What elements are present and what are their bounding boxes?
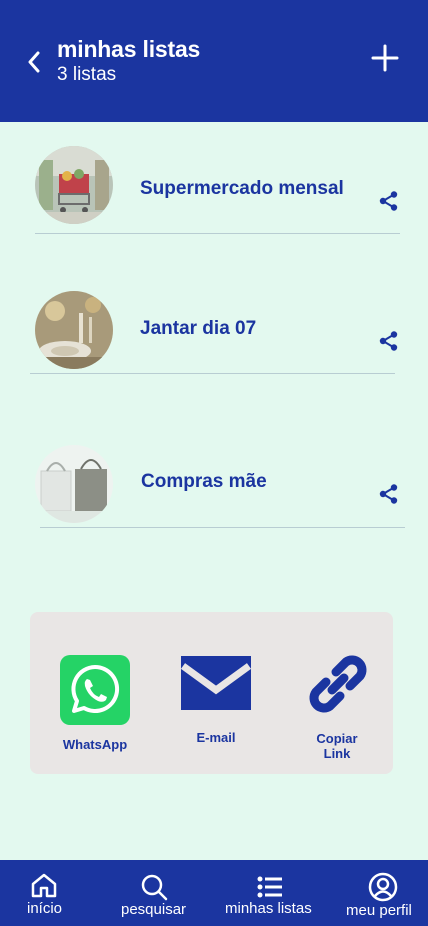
nav-label: minhas listas	[225, 900, 312, 917]
nav-item-minhas-listas[interactable]: minhas listas	[220, 860, 320, 926]
share-option-label: E-mail	[196, 730, 236, 745]
home-icon	[31, 873, 57, 898]
share-button[interactable]	[378, 330, 400, 352]
page-title: minhas listas	[57, 36, 201, 62]
divider	[35, 233, 400, 234]
share-panel: WhatsApp E-mail Copiar Link	[30, 612, 393, 774]
add-list-button[interactable]	[370, 43, 400, 73]
nav-item-meu-perfil[interactable]: meu perfil	[340, 860, 424, 926]
share-option-label: Copiar Link	[316, 731, 358, 761]
nav-label: meu perfil	[346, 902, 412, 919]
share-copy-link-button[interactable]: Copiar Link	[302, 648, 372, 761]
nav-label: início	[27, 900, 63, 917]
nav-item-pesquisar[interactable]: pesquisar	[110, 860, 200, 926]
back-button[interactable]	[22, 48, 46, 76]
share-email-button[interactable]: E-mail	[181, 656, 251, 756]
share-icon	[379, 191, 398, 211]
plus-icon	[371, 44, 399, 72]
list-thumbnail	[35, 146, 113, 224]
user-circle-icon	[368, 872, 398, 902]
bottom-nav: início pesquisar minhas listas meu perfi…	[0, 860, 428, 926]
share-icon	[379, 331, 398, 351]
share-whatsapp-button[interactable]: WhatsApp	[60, 655, 130, 755]
divider	[40, 527, 405, 528]
chevron-left-icon	[28, 51, 40, 73]
list-thumbnail	[35, 291, 113, 369]
list-thumbnail	[35, 445, 113, 523]
list-item-supermercado[interactable]: Supermercado mensal	[0, 140, 428, 240]
nav-item-inicio[interactable]: início	[10, 860, 80, 926]
list-name: Compras mãe	[141, 471, 267, 492]
supermarket-cart-photo	[35, 146, 113, 224]
list-name: Jantar dia 07	[140, 318, 257, 339]
list-name: Supermercado mensal	[140, 178, 344, 199]
share-button[interactable]	[378, 190, 400, 212]
dinner-table-photo	[35, 291, 113, 369]
whatsapp-icon	[60, 655, 130, 725]
search-icon	[141, 874, 168, 901]
shopping-bags-photo	[35, 445, 113, 523]
app-header: minhas listas 3 listas	[0, 0, 428, 122]
list-icon	[257, 876, 282, 898]
envelope-icon	[181, 656, 251, 710]
divider	[30, 373, 395, 374]
share-button[interactable]	[378, 483, 400, 505]
list-item-jantar[interactable]: Jantar dia 07	[0, 285, 428, 385]
link-icon	[309, 655, 367, 713]
list-item-compras[interactable]: Compras mãe	[0, 440, 428, 540]
share-icon	[379, 484, 398, 504]
list-count: 3 listas	[57, 64, 117, 85]
share-option-label: WhatsApp	[62, 737, 128, 752]
nav-label: pesquisar	[121, 901, 187, 918]
